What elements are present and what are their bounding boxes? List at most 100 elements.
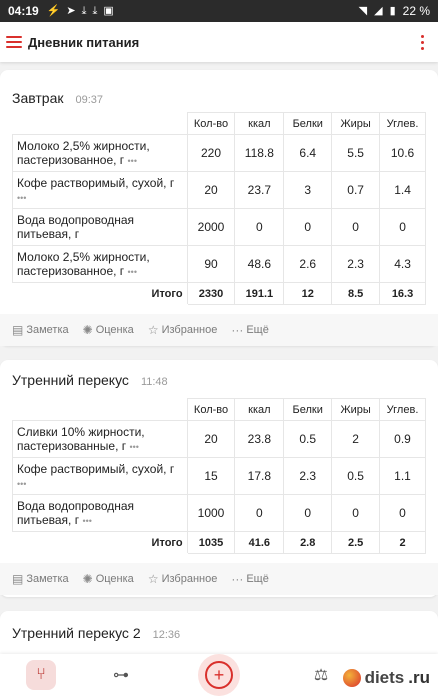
logo-text: diets bbox=[364, 668, 405, 687]
battery-icon: ▮ bbox=[389, 4, 396, 17]
food-name-cell[interactable]: Молоко 2,5% жирности, пастеризованное, г… bbox=[12, 245, 188, 283]
meal-actions: ▤ Заметка ✺ Оценка ☆ Избранное ··· Ещё bbox=[0, 563, 438, 595]
food-name: Вода водопроводная питьевая, г bbox=[17, 213, 135, 241]
qty-cell: 1000 bbox=[186, 494, 236, 532]
more-options-icon[interactable] bbox=[421, 34, 424, 50]
protein-cell: 6.4 bbox=[283, 134, 333, 172]
meal-title[interactable]: Завтрак bbox=[12, 90, 63, 106]
notification-icon: ⚡ bbox=[46, 4, 61, 17]
column-header: Кол-во bbox=[186, 112, 236, 135]
food-table: Кол-во ккал Белки Жиры Углев. Сливки 10%… bbox=[12, 398, 426, 554]
more-icon[interactable]: ••• bbox=[129, 442, 138, 452]
nav-stats[interactable]: ⚖ bbox=[306, 660, 336, 690]
protein-cell: 0.5 bbox=[283, 420, 333, 458]
total-label: Итого bbox=[12, 531, 188, 554]
carbs-cell: 0 bbox=[379, 208, 426, 246]
protein-cell: 2.3 bbox=[283, 457, 333, 495]
more-icon[interactable]: ••• bbox=[17, 193, 26, 203]
apple-icon bbox=[342, 669, 361, 687]
star-icon: ☆ bbox=[147, 572, 159, 586]
carbs-cell: 0.9 bbox=[379, 420, 426, 458]
column-header: ккал bbox=[234, 398, 285, 421]
add-button[interactable]: + bbox=[198, 654, 240, 696]
food-table: Кол-во ккал Белки Жиры Углев. Молоко 2,5… bbox=[12, 112, 426, 305]
food-name-cell[interactable]: Сливки 10% жирности, пастеризованные, г … bbox=[12, 420, 188, 458]
favorite-button[interactable]: ☆ Избранное bbox=[148, 573, 218, 585]
note-button[interactable]: ▤ Заметка bbox=[12, 573, 69, 585]
table-header-row: Кол-во ккал Белки Жиры Углев. bbox=[12, 398, 426, 421]
more-dots-icon: ··· bbox=[231, 572, 244, 586]
carbs-cell: 0 bbox=[379, 494, 426, 532]
table-row[interactable]: Кофе растворимый, сухой, г ••• 15 17.8 2… bbox=[12, 457, 426, 495]
scale-icon: ⚖ bbox=[313, 667, 329, 684]
table-row[interactable]: Вода водопроводная питьевая, г 2000 0 0 … bbox=[12, 208, 426, 246]
column-header: Углев. bbox=[379, 112, 426, 135]
app-bar: Дневник питания bbox=[0, 22, 438, 62]
more-label: Ещё bbox=[246, 324, 269, 336]
table-row[interactable]: Кофе растворимый, сухой, г ••• 20 23.7 3… bbox=[12, 171, 426, 209]
food-name-cell[interactable]: Кофе растворимый, сухой, г ••• bbox=[12, 171, 188, 209]
protein-cell: 0 bbox=[283, 208, 333, 246]
fat-cell: 2.3 bbox=[331, 245, 381, 283]
meal-time: 12:36 bbox=[152, 629, 181, 641]
total-qty: 2330 bbox=[186, 282, 236, 305]
column-header: Жиры bbox=[331, 398, 381, 421]
meal-title[interactable]: Утренний перекус 2 bbox=[12, 625, 141, 641]
more-icon[interactable]: ••• bbox=[128, 156, 137, 166]
total-carbs: 16.3 bbox=[379, 282, 426, 305]
download-icon: ⤓ bbox=[81, 4, 87, 17]
more-button[interactable]: ··· Ещё bbox=[231, 324, 269, 336]
table-row[interactable]: Молоко 2,5% жирности, пастеризованное, г… bbox=[12, 245, 426, 283]
food-name-cell[interactable]: Вода водопроводная питьевая, г bbox=[12, 208, 188, 246]
battery-percent: 22 % bbox=[402, 4, 430, 18]
nav-food-diary[interactable]: ⑂ bbox=[26, 660, 56, 690]
fork-knife-icon: ⑂ bbox=[36, 666, 46, 683]
qty-cell: 2000 bbox=[186, 208, 236, 246]
meal-title[interactable]: Утренний перекус bbox=[12, 372, 129, 388]
kcal-cell: 23.8 bbox=[234, 420, 285, 458]
fat-cell: 0.7 bbox=[331, 171, 381, 209]
favorite-button[interactable]: ☆ Избранное bbox=[148, 324, 218, 336]
meal-card: Завтрак 09:37 Кол-во ккал Белки Жиры Угл… bbox=[0, 70, 438, 346]
qty-cell: 220 bbox=[186, 134, 236, 172]
total-kcal: 191.1 bbox=[234, 282, 285, 305]
more-icon[interactable]: ••• bbox=[128, 267, 137, 277]
rating-button[interactable]: ✺ Оценка bbox=[83, 573, 134, 585]
qty-cell: 20 bbox=[186, 171, 236, 209]
rating-button[interactable]: ✺ Оценка bbox=[83, 324, 134, 336]
meal-card: Утренний перекус 11:48 Кол-во ккал Белки… bbox=[0, 360, 438, 597]
favorite-label: Избранное bbox=[161, 324, 218, 336]
more-icon[interactable]: ••• bbox=[17, 479, 26, 489]
menu-icon[interactable] bbox=[6, 36, 22, 48]
nav-fitness[interactable]: ⊶ bbox=[106, 660, 136, 690]
fat-cell: 2 bbox=[331, 420, 381, 458]
table-row[interactable]: Сливки 10% жирности, пастеризованные, г … bbox=[12, 420, 426, 458]
food-name: Кофе растворимый, сухой, г bbox=[17, 175, 175, 190]
fat-cell: 5.5 bbox=[331, 134, 381, 172]
note-icon: ▤ bbox=[12, 572, 24, 586]
fat-cell: 0 bbox=[331, 494, 381, 532]
more-button[interactable]: ··· Ещё bbox=[231, 573, 269, 585]
column-header: Кол-во bbox=[186, 398, 236, 421]
more-icon[interactable]: ••• bbox=[82, 516, 91, 526]
table-row[interactable]: Молоко 2,5% жирности, пастеризованное, г… bbox=[12, 134, 426, 172]
meal-time: 09:37 bbox=[75, 94, 104, 106]
logo-suffix: .ru bbox=[408, 668, 430, 687]
food-name-cell[interactable]: Кофе растворимый, сухой, г ••• bbox=[12, 457, 188, 495]
food-name-cell[interactable]: Молоко 2,5% жирности, пастеризованное, г… bbox=[12, 134, 188, 172]
table-row[interactable]: Вода водопроводная питьевая, г ••• 1000 … bbox=[12, 494, 426, 532]
fat-cell: 0 bbox=[331, 208, 381, 246]
food-name-cell[interactable]: Вода водопроводная питьевая, г ••• bbox=[12, 494, 188, 532]
status-bar: 04:19 ⚡ ➤ ⤓ ⤓ ▣ ◥ ◢ ▮ 22 % bbox=[0, 0, 438, 22]
food-name: Кофе растворимый, сухой, г bbox=[17, 461, 175, 476]
diary-content: Завтрак 09:37 Кол-во ккал Белки Жиры Угл… bbox=[0, 62, 438, 654]
food-name: Сливки 10% жирности, пастеризованные, г bbox=[17, 424, 145, 453]
more-label: Ещё bbox=[246, 573, 269, 585]
meal-card: Утренний перекус 2 12:36 bbox=[0, 611, 438, 654]
table-header-blank bbox=[12, 398, 188, 421]
note-button[interactable]: ▤ Заметка bbox=[12, 324, 69, 336]
column-header: Жиры bbox=[331, 112, 381, 135]
column-header: Белки bbox=[283, 398, 333, 421]
protein-cell: 2.6 bbox=[283, 245, 333, 283]
kcal-cell: 17.8 bbox=[234, 457, 285, 495]
